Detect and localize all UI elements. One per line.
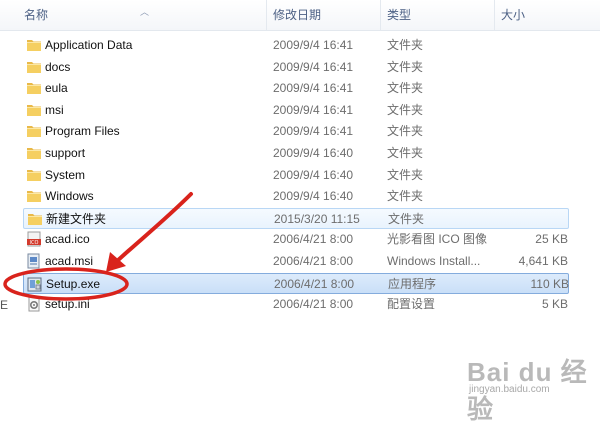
- file-row[interactable]: System 2009/9/4 16:40 文件夹: [23, 165, 569, 186]
- file-modified-date: 2009/9/4 16:40: [273, 167, 354, 182]
- file-row[interactable]: support 2009/9/4 16:40 文件夹: [23, 143, 569, 164]
- folder-icon: [26, 123, 42, 139]
- folder-icon: [26, 102, 42, 118]
- file-modified-date: 2009/9/4 16:40: [273, 189, 354, 204]
- ini-settings-icon: [26, 296, 42, 312]
- file-size: [483, 57, 568, 78]
- file-type: 文件夹: [387, 124, 424, 139]
- file-name: acad.ico: [45, 232, 90, 247]
- file-modified-date: 2009/9/4 16:41: [273, 59, 354, 74]
- file-row[interactable]: docs 2009/9/4 16:41 文件夹: [23, 57, 569, 78]
- column-header-name[interactable]: 名称 ︿: [0, 0, 267, 30]
- file-type: 文件夹: [387, 146, 424, 160]
- file-modified-date: 2009/9/4 16:41: [273, 38, 354, 52]
- file-type: 光影看图 ICO 图像: [387, 232, 488, 247]
- file-modified-date: 2006/4/21 8:00: [273, 232, 354, 247]
- edge-fragment-text: E: [0, 298, 9, 312]
- file-type: 文件夹: [387, 189, 424, 204]
- folder-icon: [26, 80, 42, 96]
- file-size: 4,641 KB: [518, 254, 568, 268]
- file-type: 文件夹: [387, 81, 424, 96]
- file-size: 5 KB: [541, 297, 568, 312]
- file-row[interactable]: msi 2009/9/4 16:41 文件夹: [23, 100, 569, 121]
- file-size: [483, 78, 568, 99]
- file-type: 文件夹: [387, 102, 424, 117]
- file-size: [483, 35, 568, 56]
- file-name: Setup.exe: [46, 276, 101, 291]
- file-type: 文件夹: [387, 167, 424, 182]
- file-row[interactable]: Program Files 2009/9/4 16:41 文件夹: [23, 121, 569, 142]
- file-name: msi: [45, 102, 64, 117]
- file-name: Windows: [45, 189, 94, 204]
- sort-ascending-icon: ︿: [140, 7, 150, 17]
- file-name: setup.ini: [45, 297, 90, 312]
- column-header-date[interactable]: 修改日期: [267, 0, 381, 30]
- file-name: 新建文件夹: [46, 211, 107, 226]
- file-modified-date: 2006/4/21 8:00: [274, 276, 355, 291]
- file-modified-date: 2006/4/21 8:00: [273, 297, 354, 312]
- file-size: [483, 100, 568, 121]
- baidu-jingyan-watermark: Bai du 经验 jingyan.baidu.com: [455, 352, 595, 424]
- file-size: 110 KB: [530, 276, 569, 291]
- msi-installer-icon: [26, 253, 42, 269]
- file-modified-date: 2009/9/4 16:41: [273, 102, 354, 117]
- file-name: eula: [45, 81, 68, 96]
- file-size: [483, 121, 568, 142]
- column-header-type[interactable]: 类型: [381, 0, 495, 30]
- file-name: Program Files: [45, 124, 120, 139]
- file-type: 应用程序: [388, 276, 437, 291]
- file-type: 文件夹: [387, 59, 424, 74]
- file-row[interactable]: eula 2009/9/4 16:41 文件夹: [23, 78, 569, 99]
- watermark-url: jingyan.baidu.com: [469, 384, 550, 395]
- folder-icon: [26, 145, 42, 161]
- file-size: 25 KB: [535, 232, 568, 247]
- file-row[interactable]: Windows 2009/9/4 16:40 文件夹: [23, 186, 569, 207]
- file-modified-date: 2009/9/4 16:41: [273, 81, 354, 96]
- folder-icon: [27, 211, 43, 227]
- file-row[interactable]: 新建文件夹 2015/3/20 11:15 文件夹: [23, 207, 569, 230]
- file-row[interactable]: acad.msi 2006/4/21 8:00 Windows Install...…: [23, 251, 569, 272]
- file-size: [484, 209, 569, 230]
- file-name: System: [45, 167, 86, 182]
- file-modified-date: 2009/9/4 16:41: [273, 124, 354, 139]
- column-header-size[interactable]: 大小: [495, 0, 600, 30]
- file-row[interactable]: Setup.exe 2006/4/21 8:00 应用程序 110 KB: [23, 272, 569, 294]
- file-row[interactable]: ICO acad.ico 2006/4/21 8:00 光影看图 ICO 图像 25 K…: [23, 229, 569, 250]
- file-name: Application Data: [45, 38, 133, 52]
- folder-icon: [26, 167, 42, 183]
- column-header-bar: 名称 ︿ 修改日期 类型 大小: [0, 0, 600, 31]
- file-name: docs: [45, 59, 71, 74]
- file-name: acad.msi: [45, 254, 94, 268]
- file-type: 配置设置: [387, 297, 436, 312]
- file-modified-date: 2009/9/4 16:40: [273, 146, 354, 160]
- file-size: [483, 186, 568, 207]
- file-name: support: [45, 146, 86, 160]
- file-row[interactable]: Application Data 2009/9/4 16:41 文件夹: [23, 35, 569, 56]
- file-size: [483, 143, 568, 164]
- folder-icon: [26, 59, 42, 75]
- file-type: 文件夹: [387, 38, 424, 52]
- file-modified-date: 2006/4/21 8:00: [273, 254, 354, 268]
- ico-file-icon: ICO: [26, 231, 42, 247]
- file-type: 文件夹: [388, 211, 425, 226]
- file-type: Windows Install...: [387, 254, 481, 268]
- file-modified-date: 2015/3/20 11:15: [274, 211, 360, 226]
- svg-text:ICO: ICO: [30, 240, 39, 246]
- file-row[interactable]: setup.ini 2006/4/21 8:00 配置设置 5 KB: [23, 294, 569, 315]
- exe-setup-icon: [27, 276, 43, 292]
- file-size: [483, 165, 568, 186]
- folder-icon: [26, 188, 42, 204]
- folder-icon: [26, 37, 42, 53]
